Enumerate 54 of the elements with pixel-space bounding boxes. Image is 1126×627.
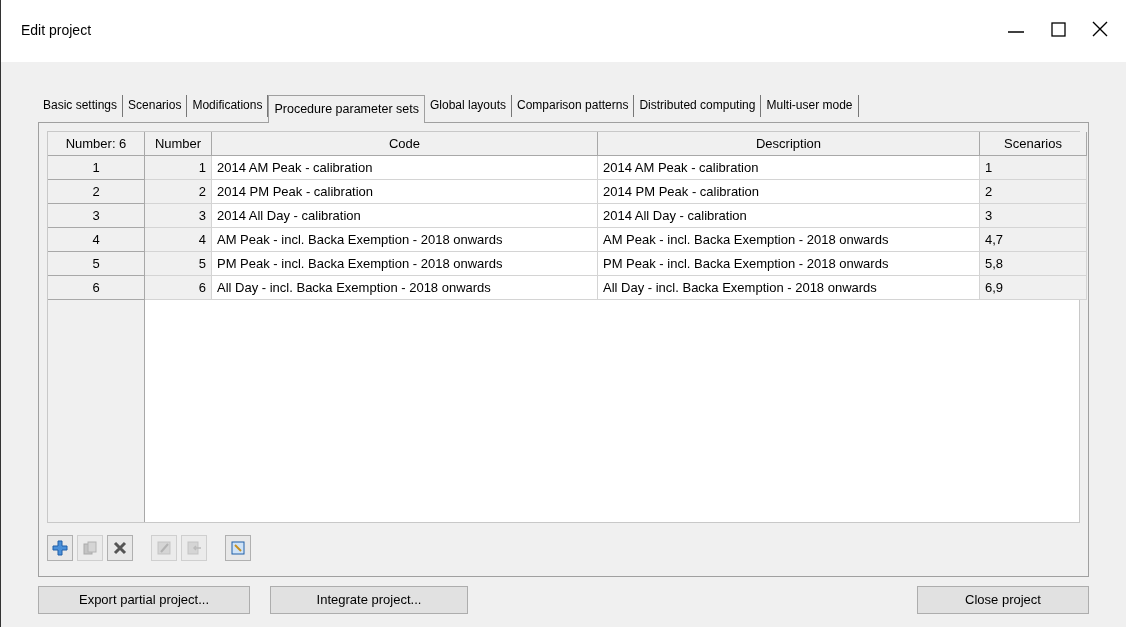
table-cell: PM Peak - incl. Backa Exemption - 2018 onwards — [598, 252, 980, 276]
copy-icon — [81, 539, 99, 557]
table-cell: 4 — [145, 228, 212, 252]
row-header: 2 — [48, 180, 145, 204]
tab[interactable]: Global layouts — [424, 95, 512, 117]
table-cell: 1 — [145, 156, 212, 180]
table-cell: 3 — [980, 204, 1087, 228]
dialog-button[interactable]: Export partial project... — [38, 586, 250, 614]
add-icon — [51, 539, 69, 557]
tab[interactable]: Multi-user mode — [761, 95, 859, 117]
table-cell: AM Peak - incl. Backa Exemption - 2018 onwards — [598, 228, 980, 252]
delete-icon — [111, 539, 129, 557]
row-header: 6 — [48, 276, 145, 300]
table-cell: 2014 PM Peak - calibration — [212, 180, 598, 204]
table-cell: 1 — [980, 156, 1087, 180]
corner-header: Number: 6 — [48, 132, 145, 156]
table-cell: 5 — [145, 252, 212, 276]
tab[interactable]: Comparison patterns — [512, 95, 635, 117]
tab[interactable]: Scenarios — [123, 95, 188, 117]
edit-icon — [155, 539, 173, 557]
row-header: 5 — [48, 252, 145, 276]
column-header: Description — [598, 132, 980, 156]
dialog-button[interactable]: Close project — [917, 586, 1089, 614]
row-header: 4 — [48, 228, 145, 252]
column-header: Number — [145, 132, 212, 156]
row-header: 1 — [48, 156, 145, 180]
tab[interactable]: Distributed computing — [634, 95, 762, 117]
toolbar-button[interactable] — [47, 535, 73, 561]
toolbar-button[interactable] — [107, 535, 133, 561]
tab[interactable]: Basic settings — [38, 95, 124, 117]
table-cell: 2014 All Day - calibration — [598, 204, 980, 228]
table-cell: 5,8 — [980, 252, 1087, 276]
table-cell: PM Peak - incl. Backa Exemption - 2018 onwards — [212, 252, 598, 276]
table-cell: 3 — [145, 204, 212, 228]
window-title: Edit project — [21, 21, 93, 40]
table-cell: 2014 AM Peak - calibration — [212, 156, 598, 180]
table-cell: 6,9 — [980, 276, 1087, 300]
table-cell: 2 — [980, 180, 1087, 204]
table-cell: AM Peak - incl. Backa Exemption - 2018 onwards — [212, 228, 598, 252]
dialog-button[interactable]: Integrate project... — [270, 586, 468, 614]
table-cell: All Day - incl. Backa Exemption - 2018 onwards — [212, 276, 598, 300]
import-icon — [185, 539, 203, 557]
column-header: Scenarios — [980, 132, 1087, 156]
row-header: 3 — [48, 204, 145, 228]
table-cell: 4,7 — [980, 228, 1087, 252]
table-cell: All Day - incl. Backa Exemption - 2018 onwards — [598, 276, 980, 300]
table-cell: 2 — [145, 180, 212, 204]
column-header: Code — [212, 132, 598, 156]
tab[interactable]: Procedure parameter sets — [268, 95, 425, 123]
table-cell: 6 — [145, 276, 212, 300]
table-cell: 2014 AM Peak - calibration — [598, 156, 980, 180]
zoom-icon — [229, 539, 247, 557]
table-cell: 2014 All Day - calibration — [212, 204, 598, 228]
table-cell: 2014 PM Peak - calibration — [598, 180, 980, 204]
